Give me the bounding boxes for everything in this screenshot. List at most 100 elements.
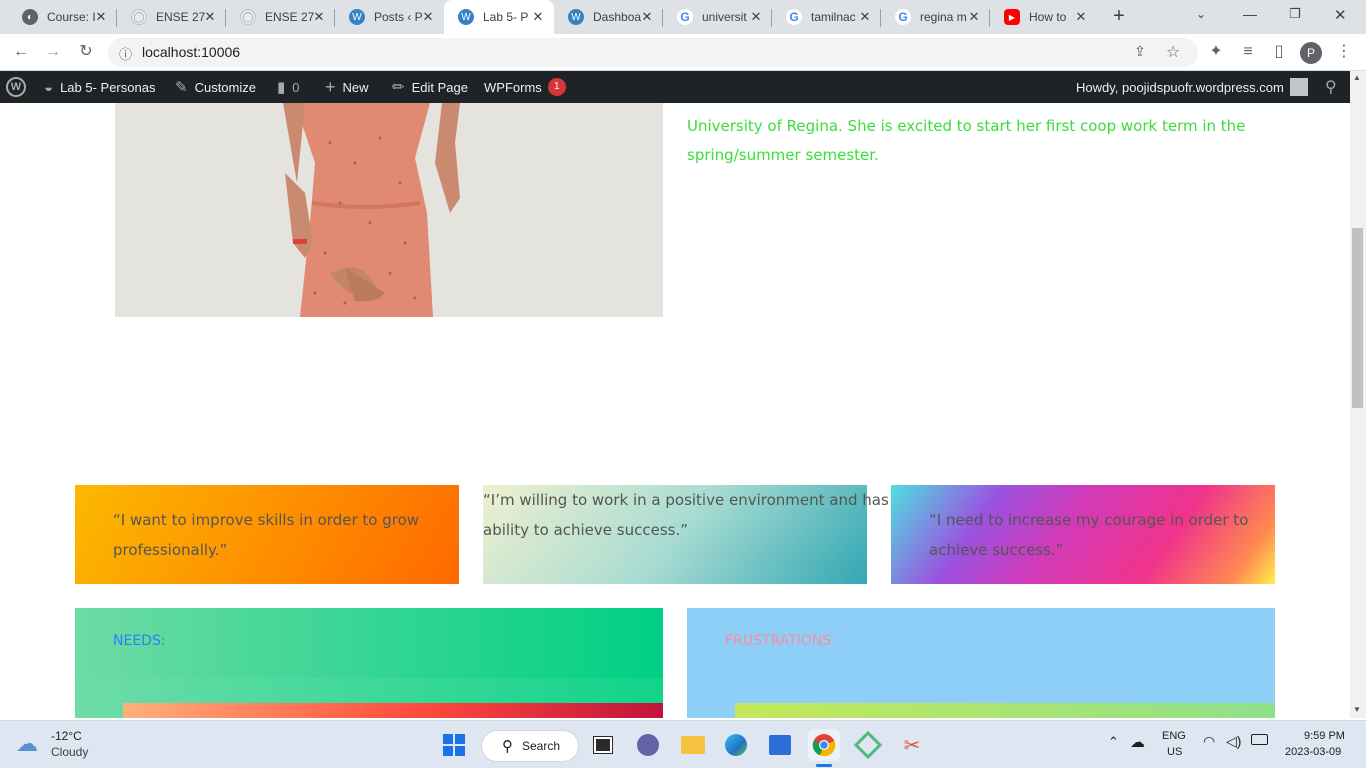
browser-tab[interactable]: W Posts ‹ P ✕ — [335, 0, 444, 34]
cloud-weather-icon[interactable]: ☁ — [16, 731, 38, 757]
quote-card: “I want to improve skills in order to gr… — [75, 485, 459, 584]
globe-icon: ◯ — [240, 9, 256, 25]
reload-icon[interactable]: ↻ — [75, 41, 97, 63]
browser-tab[interactable]: ◐ Course: I ✕ — [8, 0, 117, 34]
task-view-icon[interactable] — [587, 729, 619, 761]
quote-text: achieve success.” — [929, 541, 1064, 559]
media-playlist-icon[interactable]: ≡ — [1237, 41, 1259, 63]
back-arrow-icon[interactable]: ← — [10, 41, 32, 63]
needs-gradient-card — [123, 703, 663, 718]
show-hidden-icons-chevron[interactable]: ⌃ — [1108, 734, 1119, 750]
page-scrollbar[interactable]: ▲ ▼ — [1350, 71, 1366, 718]
close-icon[interactable]: ✕ — [966, 9, 982, 25]
scroll-up-arrow-icon[interactable]: ▲ — [1353, 73, 1361, 82]
close-icon[interactable]: ✕ — [202, 9, 218, 25]
browser-tab[interactable]: G universit ✕ — [663, 0, 772, 34]
edge-browser-icon[interactable] — [720, 729, 752, 761]
browser-tab[interactable]: G tamilnac ✕ — [772, 0, 881, 34]
forward-arrow-icon[interactable]: → — [42, 41, 64, 63]
file-explorer-icon[interactable] — [677, 729, 709, 761]
persona-image — [115, 103, 663, 317]
my-account-menu[interactable]: Howdy, poojidspuofr.wordpress.com — [1076, 71, 1308, 103]
browser-tab[interactable]: W Dashboa ✕ — [554, 0, 663, 34]
address-bar[interactable]: ⓘ localhost:10006 ⇪ ☆ — [108, 38, 1198, 67]
browser-tab-active[interactable]: W Lab 5- P ✕ — [444, 0, 554, 34]
clock-time[interactable]: 9:59 PM — [1304, 730, 1345, 742]
google-icon: G — [895, 9, 911, 25]
new-tab-button[interactable]: + — [1108, 5, 1130, 27]
taskbar-search-box[interactable]: ⚲ Search — [481, 730, 579, 762]
snipping-tool-icon[interactable]: ✂ — [896, 729, 928, 761]
wpforms-menu[interactable]: WPForms 1 — [484, 71, 566, 103]
scroll-down-arrow-icon[interactable]: ▼ — [1353, 705, 1361, 714]
browser-tab[interactable]: G regina m ✕ — [881, 0, 990, 34]
region-label[interactable]: US — [1167, 746, 1182, 758]
window-close-icon[interactable]: ✕ — [1334, 6, 1347, 24]
wifi-icon[interactable]: ◠ — [1203, 733, 1215, 750]
chrome-icon[interactable] — [808, 729, 840, 761]
menu-kebab-icon[interactable]: ⋮ — [1333, 41, 1355, 63]
customize-link[interactable]: ✎ Customize — [175, 71, 256, 103]
onedrive-cloud-icon[interactable]: ☁ — [1130, 733, 1145, 751]
wp-admin-bar: W ◒ Lab 5- Personas ✎ Customize ▮ 0 + New ✏ E… — [0, 71, 1366, 103]
search-icon[interactable]: ⚲ — [1325, 71, 1337, 103]
close-icon[interactable]: ✕ — [1073, 9, 1089, 25]
pencil-icon: ✏ — [392, 79, 405, 96]
browser-tab[interactable]: ▶ How to ✕ — [990, 0, 1097, 34]
quote-text: ability to achieve success.” — [483, 521, 688, 539]
close-icon[interactable]: ✕ — [639, 9, 655, 25]
close-icon[interactable]: ✕ — [311, 9, 327, 25]
microsoft-store-icon[interactable] — [764, 729, 796, 761]
minimize-icon[interactable]: — — [1243, 6, 1257, 22]
share-icon[interactable]: ⇪ — [1134, 43, 1146, 60]
profile-avatar[interactable]: P — [1300, 42, 1322, 64]
site-name-label: Lab 5- Personas — [60, 79, 156, 95]
browser-tab[interactable]: ◯ ENSE 27 ✕ — [226, 0, 335, 34]
site-name-menu[interactable]: ◒ Lab 5- Personas — [44, 71, 155, 103]
side-panel-icon[interactable]: ▯ — [1268, 41, 1290, 63]
localwp-icon[interactable] — [852, 729, 884, 761]
battery-icon[interactable] — [1251, 734, 1268, 745]
restore-icon[interactable]: ❐ — [1289, 6, 1301, 22]
wordpress-icon: W — [568, 9, 584, 25]
scrollbar-thumb[interactable] — [1352, 228, 1363, 408]
globe-icon: ◯ — [131, 9, 147, 25]
browser-tab[interactable]: ◯ ENSE 27 ✕ — [117, 0, 226, 34]
edit-page-link[interactable]: ✏ Edit Page — [392, 71, 468, 103]
paintbrush-icon: ✎ — [175, 79, 188, 96]
close-icon[interactable]: ✕ — [857, 9, 873, 25]
new-content-menu[interactable]: + New — [325, 71, 369, 103]
page-content: University of Regina. She is excited to … — [0, 103, 1350, 718]
windows-start-icon[interactable] — [438, 729, 470, 761]
quote-text: “I want to improve skills in order to gr… — [113, 511, 420, 529]
quote-card: “I need to increase my courage in order … — [891, 485, 1275, 584]
weather-condition-label[interactable]: Cloudy — [51, 745, 88, 759]
close-icon[interactable]: ✕ — [93, 9, 109, 25]
tab-search-chevron-icon[interactable]: ⌄ — [1196, 7, 1206, 21]
comments-link[interactable]: ▮ 0 — [277, 71, 300, 103]
extensions-puzzle-icon[interactable]: ✦ — [1205, 41, 1227, 63]
edit-page-label: Edit Page — [411, 79, 468, 95]
customize-label: Customize — [194, 79, 256, 95]
comment-bubble-icon: ▮ — [277, 79, 286, 96]
volume-icon[interactable]: ◁) — [1226, 733, 1241, 750]
course-icon: ◐ — [22, 9, 38, 25]
bookmark-star-icon[interactable]: ☆ — [1166, 42, 1180, 62]
frustrations-gradient-card — [735, 703, 1275, 718]
plus-icon: + — [325, 76, 336, 97]
bio-line: spring/summer semester. — [687, 146, 879, 164]
youtube-icon: ▶ — [1004, 9, 1020, 25]
close-icon[interactable]: ✕ — [420, 9, 436, 25]
quote-text: “I need to increase my courage in order … — [929, 511, 1249, 529]
wordpress-icon: W — [349, 9, 365, 25]
google-icon: G — [786, 9, 802, 25]
temperature-label[interactable]: -12°C — [51, 729, 82, 743]
info-icon[interactable]: ⓘ — [119, 44, 132, 63]
close-icon[interactable]: ✕ — [748, 9, 764, 25]
close-icon[interactable]: ✕ — [530, 9, 546, 25]
language-label[interactable]: ENG — [1162, 730, 1186, 742]
url-text[interactable]: localhost:10006 — [142, 44, 240, 60]
teams-chat-icon[interactable] — [632, 729, 664, 761]
wordpress-logo-icon[interactable]: W — [6, 71, 26, 103]
clock-date[interactable]: 2023-03-09 — [1285, 746, 1341, 758]
